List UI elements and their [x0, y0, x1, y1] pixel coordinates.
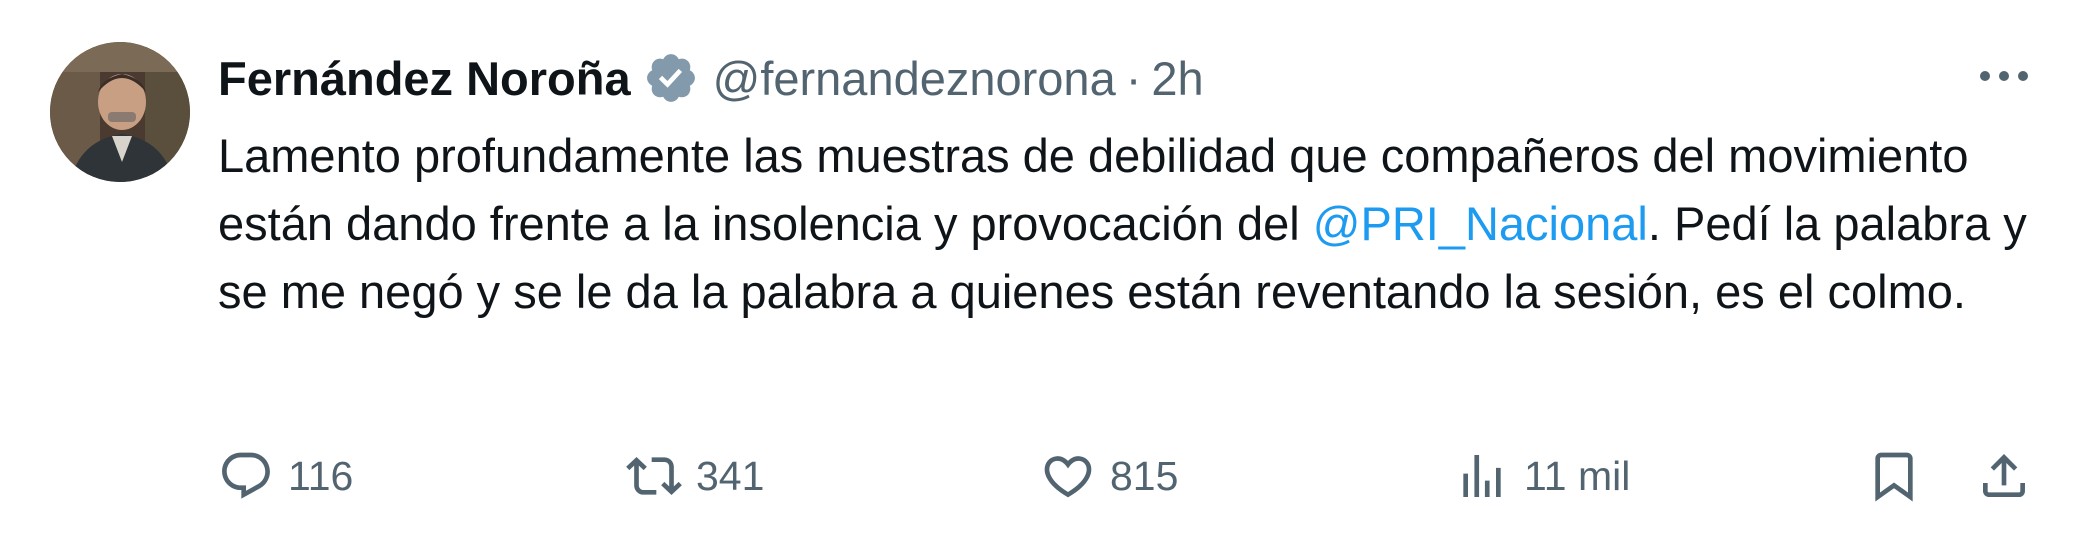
like-button[interactable]: 815 — [1040, 444, 1178, 508]
retweet-button[interactable]: 341 — [626, 444, 764, 508]
more-icon[interactable] — [1974, 56, 2034, 96]
retweet-count: 341 — [696, 452, 765, 499]
separator: · — [1125, 51, 1142, 105]
avatar[interactable] — [50, 42, 190, 182]
more-dot — [1999, 71, 2009, 81]
reply-button[interactable]: 116 — [218, 444, 353, 508]
retweet-icon — [626, 457, 682, 495]
tweet-text: Lamento profundamente las muestras de de… — [218, 122, 2058, 326]
reply-icon — [222, 452, 270, 499]
tweet-header: Fernández Noroña @fernandeznorona · 2h — [218, 40, 2034, 116]
views-count: 11 mil — [1524, 452, 1631, 499]
bookmark-button[interactable] — [1866, 444, 1936, 508]
avatar-image — [50, 42, 190, 182]
verified-badge-icon[interactable] — [643, 50, 699, 106]
like-count: 815 — [1110, 452, 1179, 499]
analytics-icon — [1463, 455, 1501, 497]
bookmark-icon — [1875, 452, 1913, 502]
author-handle[interactable]: @fernandeznorona — [713, 51, 1116, 106]
mention-link[interactable]: @PRI_Nacional — [1313, 197, 1648, 250]
reply-count: 116 — [288, 452, 354, 499]
share-button[interactable] — [1976, 444, 2046, 508]
heart-icon — [1044, 456, 1092, 498]
tweet-content: Fernández Noroña @fernandeznorona · 2h L… — [218, 40, 2034, 326]
more-dot — [2018, 71, 2028, 81]
tweet-card[interactable]: Fernández Noroña @fernandeznorona · 2h L… — [0, 0, 2094, 556]
share-icon — [1983, 454, 2025, 497]
author-name[interactable]: Fernández Noroña — [218, 51, 631, 106]
action-bar: 116 341 815 11 mil — [218, 444, 2038, 508]
views-button[interactable]: 11 mil — [1454, 444, 1630, 508]
timestamp[interactable]: 2h — [1151, 51, 1203, 106]
more-dot — [1980, 71, 1990, 81]
